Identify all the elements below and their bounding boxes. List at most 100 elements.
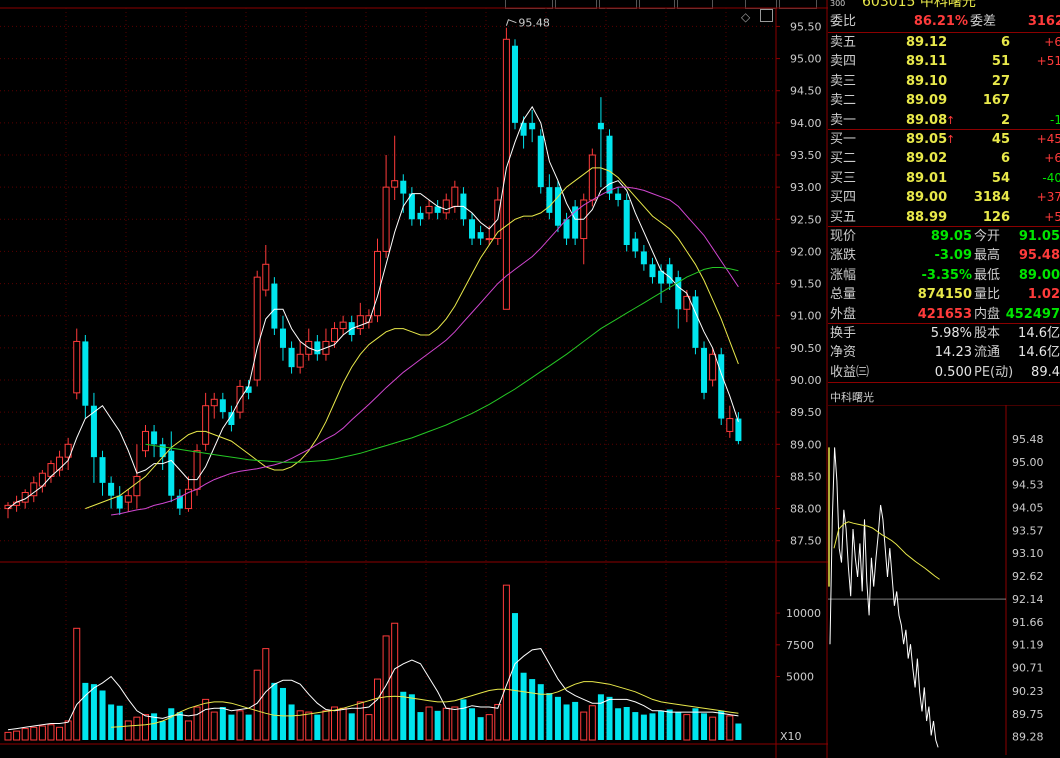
volume-bar-up [56, 726, 64, 741]
quote-row[interactable]: 涨幅 -3.35% 最低 89.00 [828, 266, 1060, 285]
volume-bar-up [709, 716, 717, 741]
volume-bar-up [253, 669, 261, 741]
candle-body-up [726, 418, 734, 432]
volume-bar-down [537, 684, 544, 740]
volume-bar-down [477, 717, 484, 740]
asks-row[interactable]: 卖四 89.11 51 +51 [828, 52, 1060, 71]
bids-row[interactable]: 买一 89.05 ↑ 45 +45 [828, 130, 1060, 149]
volume-bar-up [141, 714, 149, 741]
bids-row[interactable]: 买二 89.02 6 +6 [828, 149, 1060, 168]
bids-volume: 126 [982, 209, 1010, 225]
bids-change: +45 [1036, 132, 1060, 146]
asks-row[interactable]: 卖二 89.09 167 [828, 91, 1060, 110]
candle-body-down [82, 341, 89, 406]
volume-bar-down [692, 708, 699, 740]
stats-label: 流通 [974, 345, 1001, 361]
volume-bar-down [219, 707, 226, 740]
volume-bar-down [228, 714, 235, 740]
stats-value: 89.4 [1031, 364, 1060, 380]
price-tick-label: 88.50 [790, 470, 822, 483]
volume-bar-down [701, 713, 708, 740]
stats-value: 14.6亿 [1018, 345, 1060, 361]
asks-row[interactable]: 卖一 89.08 ↑ 2 -1 [828, 111, 1060, 130]
volume-bar-down [108, 704, 115, 740]
bids-row[interactable]: 买三 89.01 54 -40 [828, 169, 1060, 188]
candle-body-down [417, 212, 424, 220]
candle-body-down [623, 200, 630, 245]
volume-bar-up [339, 707, 347, 741]
mini-intraday-chart[interactable]: 95.48 95.00 94.53 94.05 93.57 93.10 92.62 92.14… [828, 405, 1060, 755]
stats-value: 5.98% [930, 326, 972, 341]
volume-bar-up [580, 711, 588, 741]
candle-body-down [718, 354, 725, 419]
candle-body-down [597, 122, 604, 130]
volume-bar-down [99, 690, 106, 740]
volume-bar-down [417, 712, 424, 740]
stats-value: 0.500 [934, 364, 972, 380]
candle-body-up [451, 186, 459, 207]
stats-row[interactable]: 收益㈢ 0.500 PE(动) 89.4 [828, 363, 1060, 382]
candle-body-up [141, 430, 149, 452]
window-toggle-icon[interactable] [760, 9, 773, 22]
stats-row[interactable]: 换手 5.98% 股本 14.6亿 [828, 324, 1060, 343]
candle-body-up [193, 450, 201, 490]
quote-value: 1.02 [1027, 287, 1060, 303]
asks-row[interactable]: 卖三 89.10 27 [828, 72, 1060, 91]
bids-row[interactable]: 买四 89.00 3184 +37 [828, 188, 1060, 207]
ma-line-ma60 [145, 267, 739, 463]
quote-row[interactable]: 总量 874150 量比 1.02 [828, 285, 1060, 304]
kline-svg: 95.50 95.00 94.50 94.00 93.50 93.00 92.50 92.00… [0, 0, 828, 758]
volume-bar-down [529, 679, 536, 740]
bids-label: 买二 [830, 151, 857, 167]
candle-body-up [296, 353, 304, 368]
candle-body-down [469, 219, 476, 239]
bids-price: 89.02 [906, 151, 948, 167]
quote-panel: 300 603015 中科曙光 委比 86.21% 委差 3162 卖五 89.1… [828, 0, 1060, 758]
price-tick-label: 88.00 [790, 503, 822, 516]
bids-label: 买一 [830, 132, 857, 147]
candle-body-up [133, 475, 141, 497]
quote-value: 95.48 [1018, 248, 1060, 264]
bids-change: +5 [1044, 209, 1060, 224]
volume-bar-down [82, 682, 89, 740]
candle-body-down [108, 482, 115, 496]
candle-body-up [373, 250, 382, 317]
quote-label: 总量 [830, 287, 857, 303]
candle-body-down [640, 251, 647, 265]
kline-chart-area[interactable]: 95.50 95.00 94.50 94.00 93.50 93.00 92.50 92.00… [0, 0, 828, 758]
asks-volume: 27 [991, 73, 1010, 89]
volume-bar-up [588, 705, 596, 741]
bids-price: 89.00 [906, 190, 948, 206]
price-tick-label: 93.00 [790, 181, 822, 194]
diamond-icon[interactable]: ◇ [741, 10, 750, 24]
candle-body-down [151, 431, 158, 445]
bids-volume: 54 [991, 170, 1010, 186]
candle-body-down [537, 135, 544, 188]
price-tick-label: 91.00 [790, 310, 822, 323]
asks-row[interactable]: 卖五 89.12 6 +6 [828, 33, 1060, 52]
divider [828, 382, 1060, 383]
candle-body-up [331, 328, 339, 342]
bids-row[interactable]: 买五 88.99 126 +5 [828, 208, 1060, 227]
volume-bar-down [597, 694, 604, 740]
weibi-label: 委比 [830, 14, 857, 29]
quote-value: 89.00 [1018, 267, 1060, 283]
stats-label: 收益㈢ [830, 364, 870, 380]
quote-row[interactable]: 现价 89.05 今开 91.05 [828, 227, 1060, 246]
volume-bar-down [400, 691, 407, 740]
stats-row[interactable]: 净资 14.23 流通 14.6亿 [828, 343, 1060, 362]
stats-label: 换手 [830, 326, 857, 341]
asks-change: -1 [1050, 112, 1060, 127]
asks-price: 89.12 [906, 35, 948, 50]
asks-price: 89.11 [906, 54, 948, 70]
volume-bar-up [322, 710, 330, 741]
price-tick-label: 91.50 [790, 278, 822, 291]
volume-bar-down [271, 682, 278, 740]
quote-row[interactable]: 外盘 421653 内盘 452497 [828, 305, 1060, 324]
asks-price: 89.08 [906, 112, 948, 128]
stats-value: 14.23 [934, 345, 972, 361]
price-tick-label: 95.50 [790, 20, 822, 33]
quote-row[interactable]: 涨跌 -3.09 最高 95.48 [828, 246, 1060, 265]
volume-bar-up [21, 728, 29, 741]
candle-body-up [709, 353, 717, 381]
